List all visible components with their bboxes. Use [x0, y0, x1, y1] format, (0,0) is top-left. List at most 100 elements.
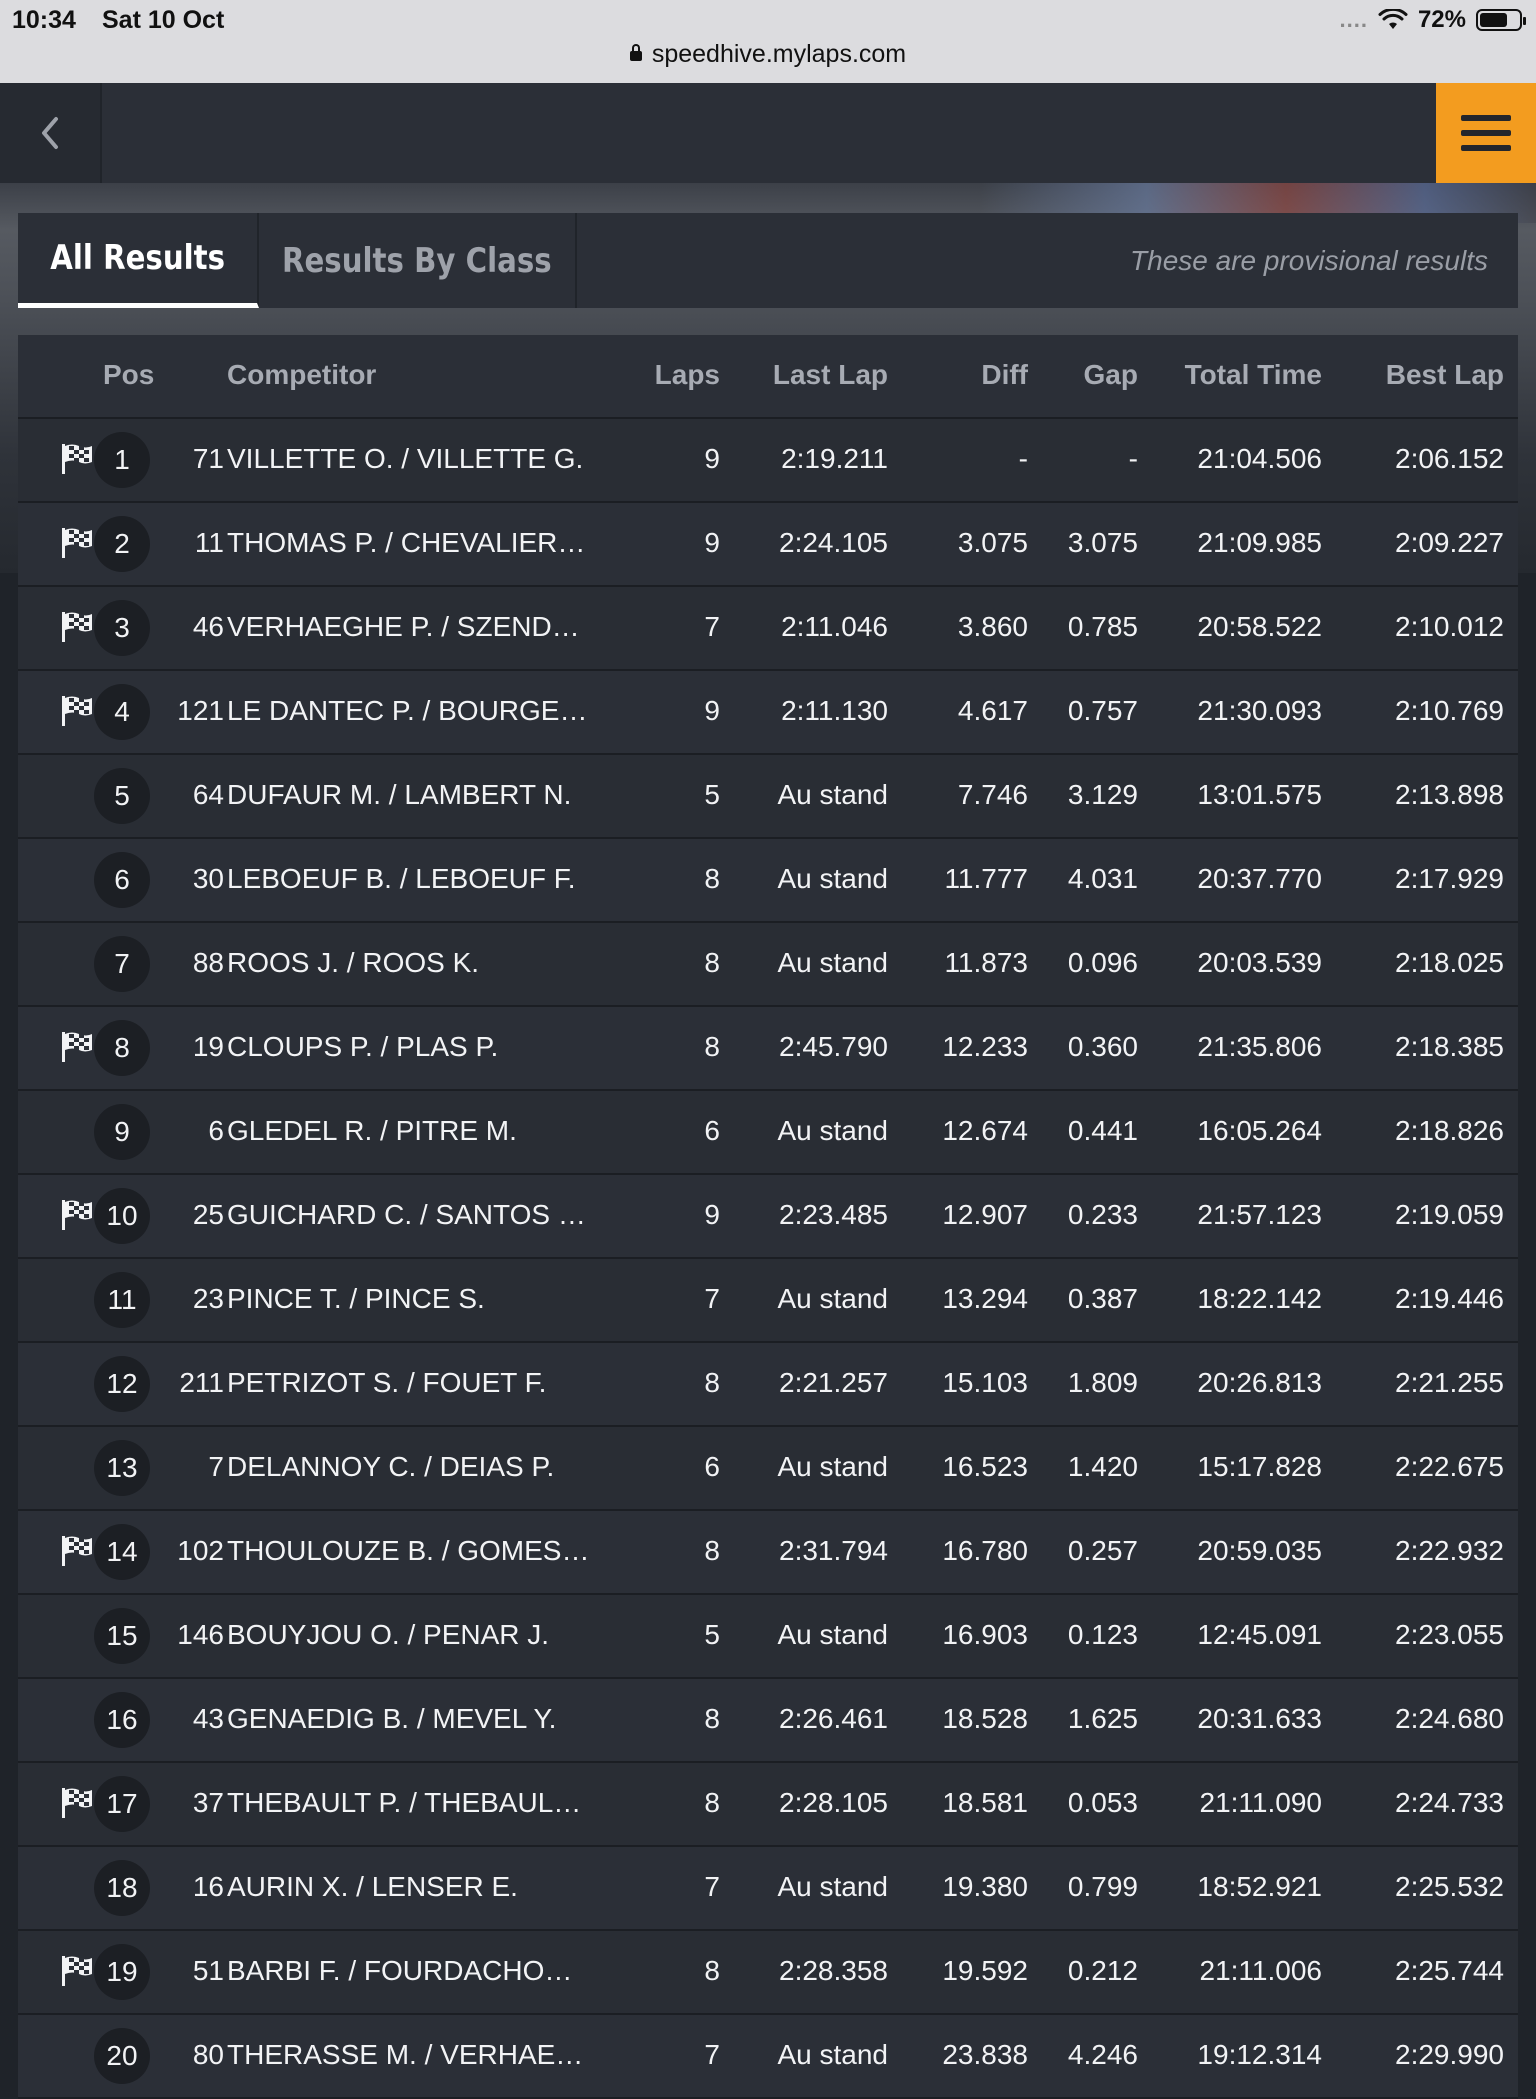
competitor-name[interactable]: CLOUPS P. / PLAS P.	[227, 1007, 607, 1087]
laps-value: 5	[704, 1619, 720, 1650]
gap-value: 3.075	[1067, 527, 1138, 558]
table-row[interactable]: 2 11 THOMAS P. / CHEVALIER… 9 2:24.105 3.075 3…	[18, 503, 1518, 587]
best-lap-value: 2:23.055	[1395, 1619, 1504, 1650]
competitor-name[interactable]: THOULOUZE B. / GOMES…	[227, 1511, 607, 1591]
column-header-laps[interactable]: Laps	[620, 335, 720, 415]
competitor-name[interactable]: VERHAEGHE P. / SZEND…	[227, 587, 607, 667]
competitor-name[interactable]: DUFAUR M. / LAMBERT N.	[227, 755, 607, 835]
table-row[interactable]: 18 16 AURIN X. / LENSER E. 7 Au stand 19.380 0…	[18, 1847, 1518, 1931]
gap-value: 1.625	[1067, 1703, 1138, 1734]
best-lap-value: 2:18.385	[1395, 1031, 1504, 1062]
laps-value: 7	[704, 611, 720, 642]
competitor-name[interactable]: GLEDEL R. / PITRE M.	[227, 1091, 607, 1171]
competitor-name[interactable]: THERASSE M. / VERHAE…	[227, 2015, 607, 2095]
checkered-flag-icon	[62, 444, 92, 474]
competitor-number: 211	[179, 1367, 224, 1398]
last-lap-value: 2:21.257	[779, 1367, 888, 1398]
position-badge: 11	[94, 1272, 150, 1328]
signal-indicator: ....	[1339, 7, 1368, 32]
competitor-number: 71	[192, 443, 224, 474]
menu-button[interactable]	[1436, 83, 1536, 183]
table-row[interactable]: 15 146 BOUYJOU O. / PENAR J. 5 Au stand 16.90…	[18, 1595, 1518, 1679]
total-time-value: 15:17.828	[1197, 1451, 1322, 1482]
best-lap-value: 2:06.152	[1395, 443, 1504, 474]
position-badge: 1	[94, 432, 150, 488]
best-lap-value: 2:22.932	[1395, 1535, 1504, 1566]
position-badge: 5	[94, 768, 150, 824]
status-bar: 10:34 Sat 10 Oct .... 72% speedhive.myla…	[0, 0, 1536, 84]
tab-results-by-class[interactable]: Results By Class	[259, 213, 577, 308]
gap-value: 0.387	[1067, 1283, 1138, 1314]
position-badge: 13	[94, 1440, 150, 1496]
back-button[interactable]	[0, 83, 100, 183]
competitor-name[interactable]: THEBAULT P. / THEBAUL…	[227, 1763, 607, 1843]
best-lap-value: 2:24.680	[1395, 1703, 1504, 1734]
table-row[interactable]: 5 64 DUFAUR M. / LAMBERT N. 5 Au stand 7.746 3…	[18, 755, 1518, 839]
total-time-value: 20:26.813	[1197, 1367, 1322, 1398]
column-header-diff[interactable]: Diff	[888, 335, 1028, 415]
diff-value: 16.523	[942, 1451, 1028, 1482]
laps-value: 9	[704, 1199, 720, 1230]
total-time-value: 21:11.006	[1199, 1955, 1323, 1986]
competitor-number: 7	[208, 1451, 224, 1482]
checkered-flag-icon	[62, 696, 92, 726]
competitor-name[interactable]: LEBOEUF B. / LEBOEUF F.	[227, 839, 607, 919]
last-lap-value: 2:28.105	[779, 1787, 888, 1818]
competitor-name[interactable]: BOUYJOU O. / PENAR J.	[227, 1595, 607, 1675]
competitor-name[interactable]: VILLETTE O. / VILLETTE G.	[227, 419, 607, 499]
diff-value: 19.592	[942, 1955, 1028, 1986]
table-row[interactable]: 19 51 BARBI F. / FOURDACHO… 8 2:28.358 19.592…	[18, 1931, 1518, 2015]
column-header-total-time[interactable]: Total Time	[1138, 335, 1322, 415]
competitor-number: 46	[192, 611, 224, 642]
competitor-name[interactable]: PINCE T. / PINCE S.	[227, 1259, 607, 1339]
last-lap-value: 2:11.130	[781, 695, 888, 726]
table-row[interactable]: 7 88 ROOS J. / ROOS K. 8 Au stand 11.873 0.096…	[18, 923, 1518, 1007]
column-header-last-lap[interactable]: Last Lap	[720, 335, 888, 415]
competitor-number: 64	[192, 779, 224, 810]
tab-all-results[interactable]: All Results	[18, 213, 259, 308]
table-row[interactable]: 14 102 THOULOUZE B. / GOMES… 8 2:31.794 16.78…	[18, 1511, 1518, 1595]
column-header-best-lap[interactable]: Best Lap	[1322, 335, 1504, 415]
table-row[interactable]: 16 43 GENAEDIG B. / MEVEL Y. 8 2:26.461 18.52…	[18, 1679, 1518, 1763]
column-header-pos[interactable]: Pos	[103, 335, 154, 415]
laps-value: 9	[704, 443, 720, 474]
table-row[interactable]: 6 30 LEBOEUF B. / LEBOEUF F. 8 Au stand 11.77…	[18, 839, 1518, 923]
competitor-name[interactable]: DELANNOY C. / DEIAS P.	[227, 1427, 607, 1507]
diff-value: 18.528	[942, 1703, 1028, 1734]
checkered-flag-icon	[62, 1200, 92, 1230]
column-header-competitor[interactable]: Competitor	[227, 335, 607, 415]
diff-value: 12.907	[942, 1199, 1028, 1230]
table-row[interactable]: 3 46 VERHAEGHE P. / SZEND… 7 2:11.046 3.860 0.…	[18, 587, 1518, 671]
table-row[interactable]: 11 23 PINCE T. / PINCE S. 7 Au stand 13.294 0.…	[18, 1259, 1518, 1343]
table-row[interactable]: 13 7 DELANNOY C. / DEIAS P. 6 Au stand 16.523…	[18, 1427, 1518, 1511]
table-row[interactable]: 1 71 VILLETTE O. / VILLETTE G. 9 2:19.211 - - 2…	[18, 419, 1518, 503]
address-bar[interactable]: speedhive.mylaps.com	[0, 40, 1536, 69]
competitor-name[interactable]: BARBI F. / FOURDACHO…	[227, 1931, 607, 2011]
last-lap-value: 2:26.461	[779, 1703, 888, 1734]
table-row[interactable]: 17 37 THEBAULT P. / THEBAUL… 8 2:28.105 18.58…	[18, 1763, 1518, 1847]
competitor-name[interactable]: GUICHARD C. / SANTOS …	[227, 1175, 607, 1255]
table-row[interactable]: 4 121 LE DANTEC P. / BOURGE… 9 2:11.130 4.617…	[18, 671, 1518, 755]
competitor-name[interactable]: LE DANTEC P. / BOURGE…	[227, 671, 607, 751]
last-lap-value: 2:24.105	[779, 527, 888, 558]
laps-value: 9	[704, 527, 720, 558]
table-row[interactable]: 9 6 GLEDEL R. / PITRE M. 6 Au stand 12.674 0.4…	[18, 1091, 1518, 1175]
table-row[interactable]: 20 80 THERASSE M. / VERHAE… 7 Au stand 23.838…	[18, 2015, 1518, 2099]
competitor-name[interactable]: ROOS J. / ROOS K.	[227, 923, 607, 1003]
column-header-gap[interactable]: Gap	[1028, 335, 1138, 415]
competitor-name[interactable]: AURIN X. / LENSER E.	[227, 1847, 607, 1927]
competitor-name[interactable]: PETRIZOT S. / FOUET F.	[227, 1343, 607, 1423]
laps-value: 8	[704, 1955, 720, 1986]
position-badge: 17	[94, 1776, 150, 1832]
table-row[interactable]: 12 211 PETRIZOT S. / FOUET F. 8 2:21.257 15.1…	[18, 1343, 1518, 1427]
table-row[interactable]: 10 25 GUICHARD C. / SANTOS … 9 2:23.485 12.90…	[18, 1175, 1518, 1259]
best-lap-value: 2:10.769	[1395, 695, 1504, 726]
diff-value: 16.780	[942, 1535, 1028, 1566]
best-lap-value: 2:25.532	[1395, 1871, 1504, 1902]
gap-value: 0.096	[1067, 947, 1138, 978]
competitor-name[interactable]: GENAEDIG B. / MEVEL Y.	[227, 1679, 607, 1759]
competitor-name[interactable]: THOMAS P. / CHEVALIER…	[227, 503, 607, 583]
competitor-number: 16	[192, 1871, 224, 1902]
table-row[interactable]: 8 19 CLOUPS P. / PLAS P. 8 2:45.790 12.233 0.3…	[18, 1007, 1518, 1091]
laps-value: 6	[704, 1115, 720, 1146]
